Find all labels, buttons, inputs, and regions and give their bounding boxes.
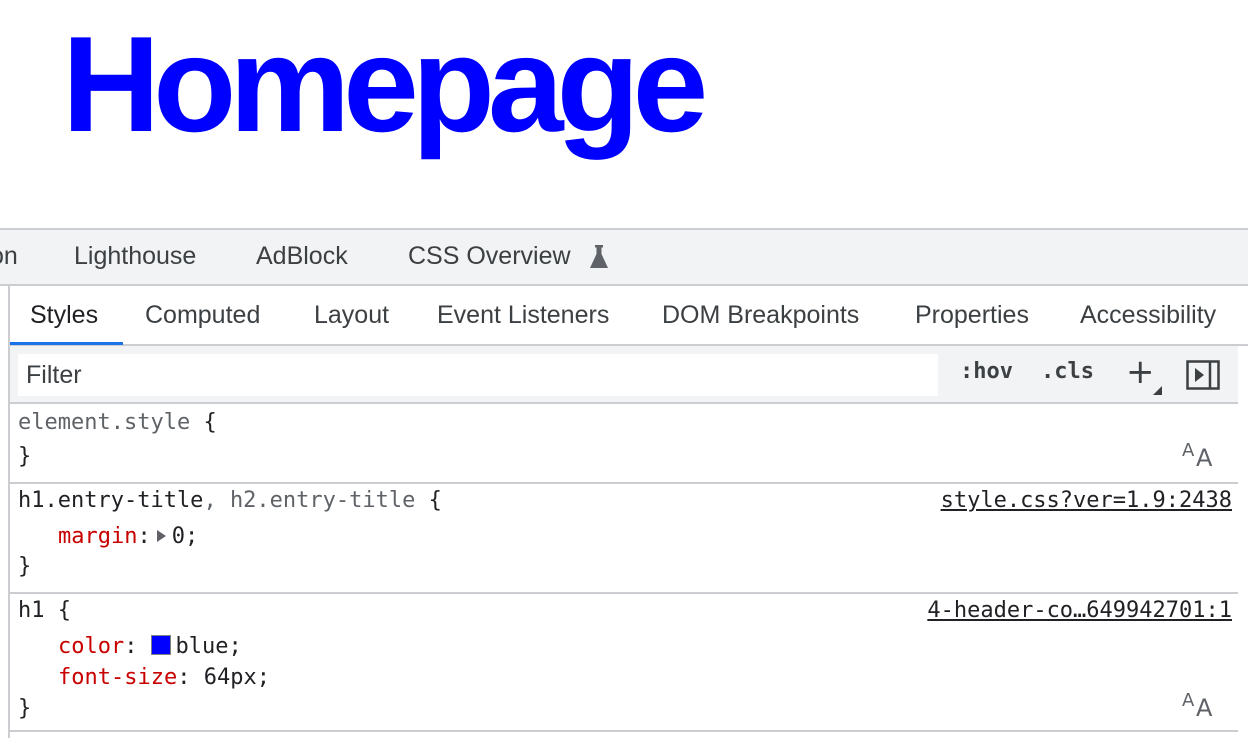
font-editor-icon[interactable]: AA [1182, 440, 1216, 472]
rule-element-style: element.style { } AA [10, 404, 1238, 484]
open-brace: { [415, 488, 442, 513]
source-link-header-css[interactable]: 4-header-co…649942701:1 [927, 598, 1232, 623]
property-name-margin[interactable]: margin [58, 524, 137, 549]
close-brace: } [18, 444, 32, 469]
property-value-font-size[interactable]: 64px; [204, 665, 270, 690]
panel-tab-lighthouse[interactable]: Lighthouse [74, 242, 196, 271]
selector-h2-entry-title[interactable]: h2.entry-title [230, 488, 415, 513]
property-value-color[interactable]: blue; [175, 634, 241, 659]
declaration-color: color: blue; [58, 634, 242, 659]
property-value-margin[interactable]: 0; [172, 524, 199, 549]
hov-toggle-button[interactable]: :hov [960, 359, 1013, 384]
web-page-viewport: Homepage [0, 0, 1248, 228]
open-brace: { [203, 410, 217, 435]
declaration-margin: margin: 0; [58, 524, 198, 549]
close-brace: } [18, 696, 32, 721]
tab-dom-breakpoints[interactable]: DOM Breakpoints [662, 301, 859, 330]
property-name-color[interactable]: color [58, 634, 124, 659]
tab-layout[interactable]: Layout [314, 301, 389, 330]
selector-separator: , [203, 488, 230, 513]
tab-accessibility[interactable]: Accessibility [1080, 301, 1216, 330]
new-style-rule-button[interactable]: + [1126, 352, 1155, 392]
tab-event-listeners[interactable]: Event Listeners [437, 301, 609, 330]
close-brace: } [18, 554, 32, 579]
panel-tab-adblock[interactable]: AdBlock [256, 242, 348, 271]
tab-properties[interactable]: Properties [915, 301, 1029, 330]
active-tab-indicator [10, 342, 123, 345]
page-heading: Homepage [62, 8, 708, 160]
selector-h1-entry-title[interactable]: h1.entry-title [18, 488, 203, 513]
styles-subtab-bar: Styles Computed Layout Event Listeners D… [10, 286, 1248, 346]
rule-h1: h1 { 4-header-co…649942701:1 color: blue;… [10, 594, 1238, 732]
screenshot-root: Homepage on Lighthouse AdBlock CSS Overv… [0, 0, 1248, 738]
property-colon: : [124, 634, 138, 659]
tab-computed[interactable]: Computed [145, 301, 260, 330]
rule-selector-line: h1.entry-title, h2.entry-title { [18, 488, 442, 513]
panel-tab-css-overview[interactable]: CSS Overview [408, 242, 571, 271]
left-panel-gutter [0, 286, 10, 738]
new-rule-menu-corner-icon [1153, 386, 1162, 395]
declaration-font-size: font-size: 64px; [58, 665, 270, 690]
devtools-panel-tabbar: on Lighthouse AdBlock CSS Overview [0, 228, 1248, 286]
panel-tab-truncated[interactable]: on [0, 242, 18, 271]
source-link-style-css[interactable]: style.css?ver=1.9:2438 [941, 488, 1232, 513]
cls-toggle-button[interactable]: .cls [1041, 359, 1094, 384]
styles-toolbar: :hov .cls + [10, 346, 1238, 404]
property-colon: : [177, 665, 204, 690]
flask-icon [590, 245, 608, 268]
tab-styles[interactable]: Styles [30, 301, 98, 330]
filter-input[interactable] [18, 354, 938, 396]
style-rules-list: element.style { } AA h1.entry-title, h2.… [10, 404, 1248, 738]
expand-shorthand-icon[interactable] [156, 529, 166, 542]
font-editor-icon[interactable]: AA [1182, 690, 1216, 722]
property-colon: : [137, 524, 151, 549]
selector-h1[interactable]: h1 { [18, 598, 71, 623]
property-name-font-size[interactable]: font-size [58, 665, 177, 690]
selector-element-style[interactable]: element.style [18, 410, 190, 435]
color-swatch[interactable] [151, 635, 172, 655]
toggle-sidebar-icon[interactable] [1186, 360, 1220, 390]
rule-entry-title: h1.entry-title, h2.entry-title { style.c… [10, 484, 1238, 594]
rule-selector-line: element.style { [18, 410, 217, 435]
